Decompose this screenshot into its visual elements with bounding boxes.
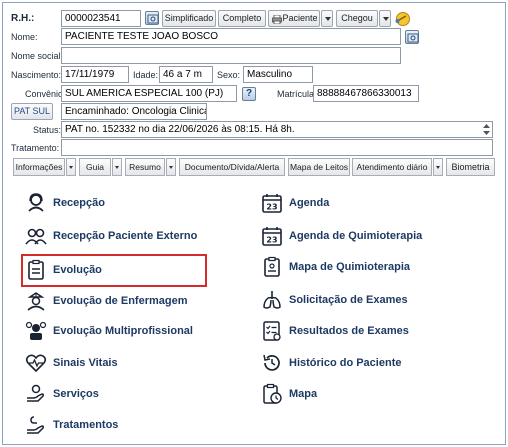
matricula-field[interactable]: 88888467866330013: [313, 85, 419, 102]
search-rh-button[interactable]: [145, 11, 159, 25]
menu-item-label: Mapa: [289, 388, 318, 400]
menu-item-label: Histórico do Paciente: [289, 357, 402, 369]
encaminhado-field[interactable]: Encaminhado: Oncologia Clinica: [61, 103, 207, 120]
informacoes-button[interactable]: Informações: [13, 158, 65, 176]
checklist-icon: [263, 321, 281, 341]
menu-item-recepcao[interactable]: Recepção: [25, 191, 105, 215]
chegou-dropdown-arrow[interactable]: [379, 10, 391, 27]
calendar-23-icon: 23: [262, 194, 282, 213]
menu-item-label: Sinais Vitais: [53, 357, 118, 369]
chegou-button[interactable]: Chegou: [336, 10, 378, 27]
guia-dropdown-arrow[interactable]: [112, 158, 122, 176]
menu-item-historico-paciente[interactable]: Histórico do Paciente: [261, 351, 401, 375]
menu-item-label: Agenda de Quimioterapia: [289, 230, 423, 242]
documento-divida-alerta-button[interactable]: Documento/Dívida/Alerta: [179, 158, 285, 176]
nurse-icon: [27, 292, 45, 311]
guia-button[interactable]: Guia: [79, 158, 111, 176]
completo-button[interactable]: Completo: [218, 10, 266, 27]
tratamento-field[interactable]: [61, 139, 493, 156]
up-down-arrows-icon: [483, 124, 490, 135]
heartbeat-icon: [25, 354, 47, 373]
informacoes-dropdown-arrow[interactable]: [66, 158, 76, 176]
resumo-button[interactable]: Resumo: [125, 158, 165, 176]
pat-sul-button[interactable]: PAT SUL: [11, 103, 53, 120]
highlight-box: [21, 254, 207, 287]
menu-item-label: Agenda: [289, 197, 330, 209]
receptionist-icon: [28, 193, 44, 212]
nascimento-field[interactable]: 17/11/1979: [61, 66, 129, 83]
help-button[interactable]: ?: [242, 87, 256, 101]
toolbar: Informações Guia Resumo Documento/Dívida…: [13, 158, 499, 176]
hand-wave-icon: [395, 12, 410, 26]
menu-item-label: Tratamentos: [53, 419, 119, 431]
menu-item-mapa[interactable]: Mapa: [261, 382, 317, 406]
sexo-field[interactable]: Masculino: [243, 66, 313, 83]
menu-item-evolucao-enfermagem[interactable]: Evolução de Enfermagem: [25, 289, 188, 313]
nome-label: Nome:: [11, 32, 38, 42]
status-field[interactable]: PAT no. 152332 no dia 22/06/2026 às 08:1…: [61, 121, 493, 138]
paciente-dropdown-arrow[interactable]: [321, 10, 333, 27]
menu-item-label: Resultados de Exames: [289, 325, 409, 337]
paciente-button[interactable]: Paciente: [268, 10, 320, 27]
simplificado-button[interactable]: Simplificado: [162, 10, 216, 27]
resumo-dropdown-arrow[interactable]: [166, 158, 176, 176]
search-icon: [407, 33, 419, 43]
biometria-button[interactable]: Biometria: [446, 158, 495, 176]
multiprofessional-icon: [25, 321, 47, 340]
menu-item-solicitacao-exames[interactable]: Solicitação de Exames: [261, 288, 408, 312]
atendimento-diario-button[interactable]: Atendimento diário: [352, 158, 432, 176]
menu-item-tratamentos[interactable]: Tratamentos: [25, 413, 118, 437]
nome-field[interactable]: PACIENTE TESTE JOAO BOSCO: [61, 28, 401, 45]
hand-service-icon: [27, 384, 45, 402]
people-icon: [25, 228, 47, 245]
sexo-label: Sexo:: [217, 70, 241, 80]
menu-item-mapa-quimioterapia[interactable]: Mapa de Quimioterapia: [261, 255, 410, 279]
lungs-icon: [263, 291, 281, 309]
clipboard-clock-icon: [263, 383, 282, 404]
svg-text:23: 23: [266, 236, 277, 245]
menu-item-label: Recepção Paciente Externo: [53, 230, 198, 242]
nome-social-label: Nome social:: [11, 51, 64, 61]
paciente-button-label: Paciente: [282, 13, 318, 23]
menu-item-label: Mapa de Quimioterapia: [289, 261, 411, 273]
patient-panel: R.H.: 0000023541 Simplificado Completo P…: [2, 2, 506, 445]
mapa-leitos-button[interactable]: Mapa de Leitos: [288, 158, 350, 176]
idade-label: Idade:: [133, 70, 159, 80]
menu-item-sinais-vitais[interactable]: Sinais Vitais: [25, 351, 118, 375]
menu-item-agenda-quimioterapia[interactable]: 23 Agenda de Quimioterapia: [261, 224, 422, 248]
status-spinner[interactable]: [481, 122, 492, 137]
tratamento-label: Tratamento:: [11, 143, 60, 153]
nome-social-field[interactable]: [61, 47, 401, 64]
menu-item-label: Serviços: [53, 388, 99, 400]
menu-item-label: Evolução de Enfermagem: [53, 295, 188, 307]
call-patient-button[interactable]: [394, 10, 411, 27]
idade-field[interactable]: 46 a 7 m: [159, 66, 213, 83]
svg-text:23: 23: [266, 203, 277, 212]
menu-item-servicos[interactable]: Serviços: [25, 382, 99, 406]
convenio-field[interactable]: SUL AMERICA ESPECIAL 100 (PJ): [61, 85, 237, 102]
atendimento-dropdown-arrow[interactable]: [433, 158, 443, 176]
rh-field[interactable]: 0000023541: [61, 10, 141, 27]
menu-item-label: Solicitação de Exames: [289, 294, 408, 306]
search-icon: [147, 14, 159, 24]
menu-item-resultados-exames[interactable]: Resultados de Exames: [261, 319, 409, 343]
treatment-hand-icon: [27, 416, 45, 434]
nascimento-label: Nascimento:: [11, 70, 62, 80]
history-icon: [263, 354, 280, 371]
menu-item-label: Evolução Multiprofissional: [53, 325, 193, 337]
menu-item-agenda[interactable]: 23 Agenda: [261, 191, 329, 215]
convenio-label: Convênio:: [25, 89, 66, 99]
rh-label: R.H.:: [11, 13, 35, 24]
status-label: Status:: [33, 125, 62, 135]
search-nome-button[interactable]: [405, 30, 419, 44]
calendar-23-icon: 23: [262, 227, 282, 246]
menu-item-recepcao-paciente-externo[interactable]: Recepção Paciente Externo: [25, 224, 197, 248]
matricula-label: Matrícula:: [277, 89, 317, 99]
menu-item-evolucao-multiprofissional[interactable]: Evolução Multiprofissional: [25, 319, 193, 343]
clipboard-icon: [264, 256, 280, 277]
printer-icon: [272, 15, 282, 24]
menu-item-label: Recepção: [53, 197, 105, 209]
